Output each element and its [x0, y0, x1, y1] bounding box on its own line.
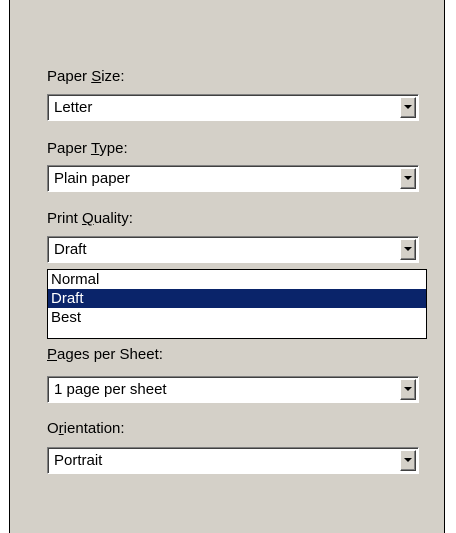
pages-per-sheet-dropdown[interactable]: 1 page per sheet	[47, 376, 419, 403]
chevron-down-icon	[404, 105, 412, 109]
paper-type-dropdown-button[interactable]	[400, 168, 416, 189]
pages-per-sheet-dropdown-button[interactable]	[400, 379, 416, 400]
print-quality-dropdown[interactable]: Draft	[47, 236, 419, 263]
paper-type-label: Paper Type:	[47, 140, 128, 157]
paper-size-value: Letter	[54, 99, 93, 116]
print-quality-option-best[interactable]: Best	[48, 308, 426, 327]
orientation-label: Orientation:	[47, 420, 125, 437]
paper-type-dropdown[interactable]: Plain paper	[47, 165, 419, 192]
chevron-down-icon	[404, 458, 412, 462]
print-quality-option-draft[interactable]: Draft	[48, 289, 426, 308]
pages-per-sheet-mnemonic: P	[47, 346, 58, 363]
print-quality-option-normal[interactable]: Normal	[48, 270, 426, 289]
orientation-value: Portrait	[54, 452, 103, 469]
print-quality-mnemonic: Q	[82, 210, 94, 227]
orientation-dropdown[interactable]: Portrait	[47, 447, 419, 474]
paper-size-label: Paper Size:	[47, 68, 125, 85]
paper-size-dropdown-button[interactable]	[400, 97, 416, 118]
paper-size-mnemonic: S	[91, 68, 102, 85]
print-quality-label: Print Quality:	[47, 210, 133, 227]
pages-per-sheet-value: 1 page per sheet	[54, 381, 167, 398]
paper-size-dropdown[interactable]: Letter	[47, 94, 419, 121]
print-quality-dropdown-button[interactable]	[400, 239, 416, 260]
orientation-dropdown-button[interactable]	[400, 450, 416, 471]
chevron-down-icon	[404, 247, 412, 251]
chevron-down-icon	[404, 176, 412, 180]
paper-type-value: Plain paper	[54, 170, 130, 187]
pages-per-sheet-label: Pages per Sheet:	[47, 346, 163, 363]
print-quality-options-list: Normal Draft Best	[47, 269, 427, 339]
chevron-down-icon	[404, 387, 412, 391]
print-quality-value: Draft	[54, 241, 87, 258]
